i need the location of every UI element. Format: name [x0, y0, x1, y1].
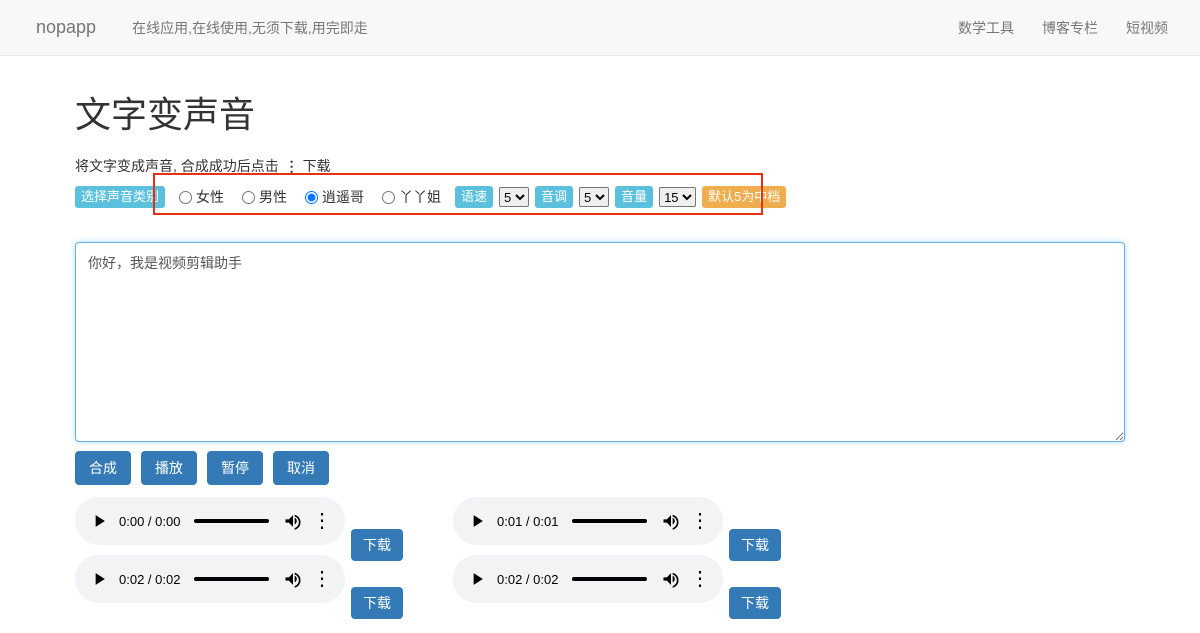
audio-block: 0:01 / 0:01 ⋮ 下载	[453, 497, 781, 545]
nav-link-math[interactable]: 数学工具	[944, 18, 1028, 38]
top-navbar: nopapp 在线应用,在线使用,无须下载,用完即走 数学工具 博客专栏 短视频	[0, 0, 1200, 56]
voice-radio-female[interactable]: 女性	[179, 187, 224, 207]
voice-radio-yaya-input[interactable]	[382, 191, 395, 204]
audio-time: 0:02 / 0:02	[119, 572, 180, 587]
action-button-row: 合成 播放 暂停 取消	[75, 451, 1125, 485]
play-icon[interactable]	[89, 511, 109, 531]
volume-select[interactable]: 15	[659, 187, 696, 207]
speed-label: 语速	[455, 186, 493, 208]
voice-radio-male[interactable]: 男性	[242, 187, 287, 207]
audio-player[interactable]: 0:02 / 0:02 ⋮	[75, 555, 345, 603]
audio-time: 0:00 / 0:00	[119, 514, 180, 529]
voice-radio-group: 女性 男性 逍遥哥 丫丫姐	[171, 187, 449, 207]
vertical-dots-icon: ⋮	[283, 158, 299, 175]
main-container: 文字变声音 将文字变成声音, 合成成功后点击 ⋮ 下载 选择声音类别 女性 男性…	[60, 86, 1140, 613]
audio-player[interactable]: 0:02 / 0:02 ⋮	[453, 555, 723, 603]
more-icon[interactable]: ⋮	[313, 515, 331, 527]
voice-radio-xiaoyao-label: 逍遥哥	[322, 187, 364, 207]
voice-radio-yaya-label: 丫丫姐	[399, 187, 441, 207]
voice-options-row: 选择声音类别 女性 男性 逍遥哥 丫丫姐 语速 5 音调	[75, 186, 1125, 208]
audio-track[interactable]	[572, 577, 647, 581]
nav-link-shortvideo[interactable]: 短视频	[1112, 18, 1182, 38]
volume-icon[interactable]	[283, 511, 303, 531]
audio-player[interactable]: 0:01 / 0:01 ⋮	[453, 497, 723, 545]
default-note-label: 默认5为中档	[702, 186, 786, 208]
pause-button[interactable]: 暂停	[207, 451, 263, 485]
voice-type-label: 选择声音类别	[75, 186, 165, 208]
audio-track[interactable]	[194, 577, 269, 581]
text-input[interactable]	[75, 242, 1125, 442]
audio-block: 0:02 / 0:02 ⋮ 下载	[453, 555, 781, 603]
subtitle-text-after: 下载	[303, 158, 331, 174]
download-button[interactable]: 下载	[351, 587, 403, 619]
play-button[interactable]: 播放	[141, 451, 197, 485]
pitch-label: 音调	[535, 186, 573, 208]
pitch-select[interactable]: 5	[579, 187, 609, 207]
voice-radio-male-label: 男性	[259, 187, 287, 207]
voice-radio-yaya[interactable]: 丫丫姐	[382, 187, 441, 207]
audio-time: 0:02 / 0:02	[497, 572, 558, 587]
volume-icon[interactable]	[283, 569, 303, 589]
volume-icon[interactable]	[661, 569, 681, 589]
volume-icon[interactable]	[661, 511, 681, 531]
audio-block: 0:00 / 0:00 ⋮ 下载	[75, 497, 403, 545]
play-icon[interactable]	[467, 511, 487, 531]
voice-radio-xiaoyao[interactable]: 逍遥哥	[305, 187, 364, 207]
audio-list: 0:00 / 0:00 ⋮ 下载 0:01 / 0:01 ⋮	[75, 497, 1125, 613]
synthesize-button[interactable]: 合成	[75, 451, 131, 485]
audio-track[interactable]	[572, 519, 647, 523]
speed-select[interactable]: 5	[499, 187, 529, 207]
audio-block: 0:02 / 0:02 ⋮ 下载	[75, 555, 403, 603]
audio-player[interactable]: 0:00 / 0:00 ⋮	[75, 497, 345, 545]
voice-radio-female-input[interactable]	[179, 191, 192, 204]
play-icon[interactable]	[89, 569, 109, 589]
page-subtitle: 将文字变成声音, 合成成功后点击 ⋮ 下载	[75, 156, 1125, 176]
audio-time: 0:01 / 0:01	[497, 514, 558, 529]
download-button[interactable]: 下载	[729, 587, 781, 619]
tagline: 在线应用,在线使用,无须下载,用完即走	[114, 18, 386, 38]
audio-track[interactable]	[194, 519, 269, 523]
cancel-button[interactable]: 取消	[273, 451, 329, 485]
page-title: 文字变声音	[75, 86, 1125, 138]
brand[interactable]: nopapp	[18, 17, 114, 38]
play-icon[interactable]	[467, 569, 487, 589]
volume-label: 音量	[615, 186, 653, 208]
voice-radio-male-input[interactable]	[242, 191, 255, 204]
more-icon[interactable]: ⋮	[691, 515, 709, 527]
more-icon[interactable]: ⋮	[691, 573, 709, 585]
more-icon[interactable]: ⋮	[313, 573, 331, 585]
voice-radio-female-label: 女性	[196, 187, 224, 207]
voice-radio-xiaoyao-input[interactable]	[305, 191, 318, 204]
subtitle-text-before: 将文字变成声音, 合成成功后点击	[75, 158, 279, 174]
nav-link-blog[interactable]: 博客专栏	[1028, 18, 1112, 38]
